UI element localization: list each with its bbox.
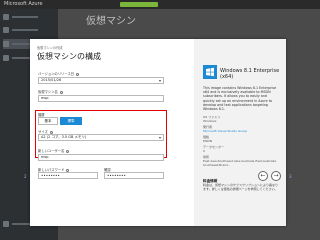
tier-basic-button[interactable]: 基本: [38, 117, 58, 125]
confirm-password-input[interactable]: ••••••••: [104, 172, 164, 179]
vm-name-input[interactable]: msp: [38, 95, 164, 102]
next-button[interactable]: →: [271, 171, 281, 181]
nav-icon: [3, 14, 9, 20]
username-input[interactable]: msp: [38, 154, 164, 161]
info-icon[interactable]: [59, 90, 63, 94]
vm-icon: [3, 41, 9, 47]
nav-icon: [3, 55, 9, 61]
vm-name-label: 仮想マシン名: [38, 89, 63, 94]
top-status-pill[interactable]: [120, 2, 158, 7]
size-select[interactable]: A2 (2 コア、3.5 GB メモリ) ▾: [38, 134, 164, 141]
chevron-down-icon: ▾: [158, 135, 161, 140]
wizard-title: 仮想マシンの構成: [37, 52, 101, 61]
version-label: バージョンのリリース日: [38, 71, 80, 76]
nav-icon: [3, 221, 9, 227]
tier-standard-button[interactable]: 標準: [60, 117, 82, 125]
nav-item[interactable]: [3, 12, 55, 22]
windows-logo-icon: [203, 65, 217, 79]
brand-label: Microsoft Azure: [4, 1, 43, 7]
page-title: 仮想マシン: [86, 16, 136, 27]
product-name: Windows 8.1 Enterprise (x64): [220, 68, 280, 80]
username-label: 新しいユーザー名: [38, 148, 70, 153]
os-family-value: Windows: [203, 119, 217, 123]
info-icon[interactable]: [66, 149, 70, 153]
datacenter-value: 0: [203, 149, 205, 153]
pricing-value: MSDN: [203, 139, 213, 143]
info-icon[interactable]: [76, 72, 80, 76]
regions-value: East Asia;Southeast Asia;Australia East;…: [203, 159, 277, 167]
top-bar: Microsoft Azure: [0, 0, 320, 9]
product-description: This image contains Windows 8.1 Enterpri…: [203, 86, 277, 112]
back-button[interactable]: ←: [258, 171, 268, 181]
publisher-link[interactable]: Microsoft Visual Studio Group: [203, 129, 279, 134]
version-select[interactable]: 2015/01/26 ▾: [38, 77, 164, 84]
step-indicator-next: 3: [289, 174, 292, 179]
password-row: •••••••• ••••••••: [38, 172, 164, 179]
chevron-down-icon: ▾: [158, 78, 161, 83]
password-input[interactable]: ••••••••: [38, 172, 98, 179]
nav-icon: [3, 27, 9, 33]
step-indicator: 2: [24, 174, 27, 179]
pricing-notice: 料金は、仮想マシンのサブスクリプションにより異なります。詳しくは価格の詳細ページ…: [203, 183, 278, 191]
wizard-kicker: 仮想マシンの作成: [37, 46, 63, 50]
image-info-panel: Windows 8.1 Enterprise (x64) This image …: [194, 39, 286, 226]
nav-item[interactable]: [3, 25, 55, 35]
